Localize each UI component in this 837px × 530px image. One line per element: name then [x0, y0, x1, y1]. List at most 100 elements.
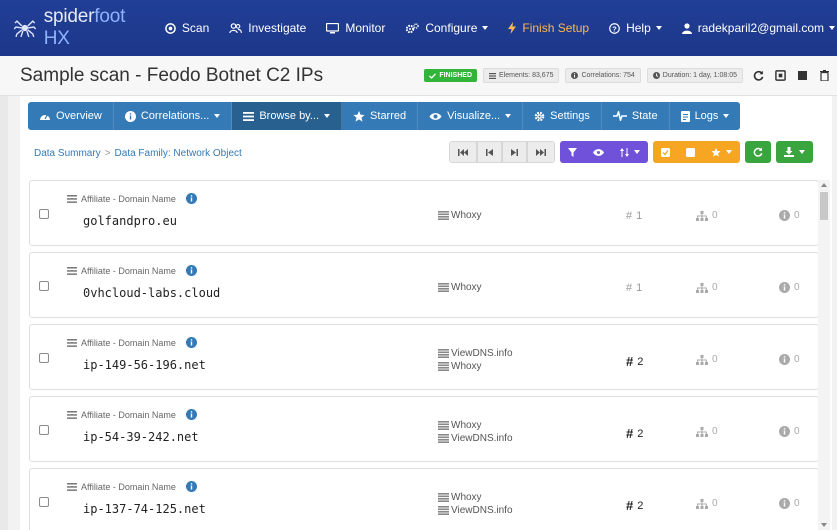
uncheck-all-button[interactable] [678, 141, 703, 163]
info-circle-icon [571, 72, 579, 79]
occurrence-count[interactable]: #1 [626, 210, 642, 222]
row-checkbox[interactable] [39, 497, 49, 507]
element-value[interactable]: ip-54-39-242.net [83, 430, 199, 444]
nav-finish-setup[interactable]: Finish Setup [498, 0, 599, 56]
next-page-icon [511, 148, 518, 156]
tab-correlations[interactable]: Correlations... [114, 102, 233, 130]
row-checkbox[interactable] [39, 425, 49, 435]
occurrence-count[interactable]: #2 [626, 498, 643, 513]
sitemap-icon [696, 282, 708, 293]
list-item[interactable]: Affiliate - Domain Name ip-137-74-125.net… [29, 468, 819, 530]
next-page-button[interactable] [502, 141, 527, 163]
occurrence-count[interactable]: #1 [626, 282, 642, 294]
element-value[interactable]: ip-137-74-125.net [83, 502, 206, 516]
children-count[interactable]: 0 [696, 498, 718, 509]
list-item[interactable]: Affiliate - Domain Name ip-54-39-242.net W… [29, 396, 819, 462]
hash-icon: # [626, 282, 633, 294]
left-gutter [0, 96, 8, 530]
row-checkbox[interactable] [39, 353, 49, 363]
nav-monitor[interactable]: Monitor [316, 0, 395, 56]
children-count[interactable]: 0 [696, 426, 718, 437]
list-item[interactable]: Affiliate - Domain Name ip-149-56-196.net… [29, 324, 819, 390]
tab-settings[interactable]: Settings [523, 102, 602, 130]
tab-starred[interactable]: Starred [342, 102, 419, 130]
cogs-icon [406, 22, 420, 33]
nav-configure[interactable]: Configure [395, 0, 498, 56]
people-icon [229, 22, 243, 33]
export-button[interactable] [776, 141, 813, 163]
prev-page-icon [486, 148, 493, 156]
stop-icon[interactable] [795, 69, 809, 83]
download-icon [784, 147, 794, 157]
children-count[interactable]: 0 [696, 210, 718, 221]
sort-button[interactable] [612, 141, 648, 163]
info-circle-icon[interactable] [185, 265, 197, 276]
list-icon [67, 338, 77, 347]
eye-icon [429, 112, 442, 120]
info-circle-icon [779, 498, 790, 509]
database-icon [438, 434, 449, 443]
tab-overview[interactable]: Overview [28, 102, 114, 130]
row-checkbox[interactable] [39, 209, 49, 219]
tab-visualize[interactable]: Visualize... [418, 102, 524, 130]
info-circle-icon[interactable] [185, 481, 197, 492]
scroll-up-arrow-icon[interactable] [821, 183, 827, 187]
element-type: Affiliate - Domain Name [67, 481, 197, 492]
info-count[interactable]: 0 [779, 426, 800, 437]
delete-icon[interactable] [817, 69, 831, 83]
filter-icon [568, 147, 577, 157]
refresh-icon[interactable] [751, 69, 765, 83]
star-menu-button[interactable] [703, 141, 740, 163]
info-count[interactable]: 0 [779, 210, 800, 221]
clock-icon [652, 72, 660, 79]
nav-scan[interactable]: Scan [155, 0, 219, 56]
breadcrumb-root[interactable]: Data Summary [34, 148, 101, 159]
scrollbar-thumb[interactable] [820, 192, 828, 220]
source-item: Whoxy [438, 281, 482, 294]
main-panel: Overview Correlations... Browse by... St… [20, 96, 832, 530]
info-count[interactable]: 0 [779, 354, 800, 365]
list-item[interactable]: Affiliate - Domain Name 0vhcloud-labs.clo… [29, 252, 819, 318]
element-sources: ViewDNS.info Whoxy [438, 347, 513, 373]
vertical-scrollbar[interactable] [818, 180, 830, 530]
row-checkbox[interactable] [39, 281, 49, 291]
check-all-button[interactable] [653, 141, 678, 163]
pulse-icon [612, 111, 627, 121]
scan-status: FINISHED Elements: 83,675 Correlations: … [424, 68, 837, 83]
element-value[interactable]: ip-149-56-196.net [83, 358, 206, 372]
prev-page-button[interactable] [477, 141, 502, 163]
last-page-button[interactable] [527, 141, 555, 163]
info-circle-icon [779, 210, 790, 221]
info-circle-icon [779, 426, 790, 437]
toggle-visibility-button[interactable] [585, 141, 612, 163]
info-circle-icon[interactable] [185, 193, 197, 204]
source-item: ViewDNS.info [438, 504, 513, 517]
info-count[interactable]: 0 [779, 282, 800, 293]
children-count[interactable]: 0 [696, 282, 718, 293]
children-count[interactable]: 0 [696, 354, 718, 365]
database-icon [438, 506, 449, 515]
first-page-button[interactable] [449, 141, 477, 163]
correlations-count: Correlations: 754 [565, 68, 641, 83]
copy-icon[interactable] [773, 69, 787, 83]
filter-button[interactable] [560, 141, 585, 163]
nav-user[interactable]: radekparil2@gmail.com [672, 0, 837, 56]
brand-logo[interactable]: spiderfoot HX [0, 6, 155, 50]
nav-help[interactable]: ? Help [599, 0, 672, 56]
info-circle-icon[interactable] [185, 337, 197, 348]
tab-browse-by[interactable]: Browse by... [232, 102, 343, 130]
occurrence-count[interactable]: #2 [626, 426, 643, 441]
list-item[interactable]: Affiliate - Domain Name golfandpro.eu Whox… [29, 180, 819, 246]
tab-state[interactable]: State [602, 102, 670, 130]
occurrence-count[interactable]: #2 [626, 354, 643, 369]
refresh-button[interactable] [745, 141, 771, 163]
list-icon [243, 111, 255, 121]
info-count[interactable]: 0 [779, 498, 800, 509]
nav-investigate[interactable]: Investigate [219, 0, 316, 56]
element-value[interactable]: golfandpro.eu [83, 214, 177, 228]
info-circle-icon[interactable] [185, 409, 197, 420]
scroll-down-arrow-icon[interactable] [821, 523, 827, 527]
tab-logs[interactable]: Logs [670, 102, 741, 130]
source-item: ViewDNS.info [438, 347, 513, 360]
element-value[interactable]: 0vhcloud-labs.cloud [83, 286, 220, 300]
